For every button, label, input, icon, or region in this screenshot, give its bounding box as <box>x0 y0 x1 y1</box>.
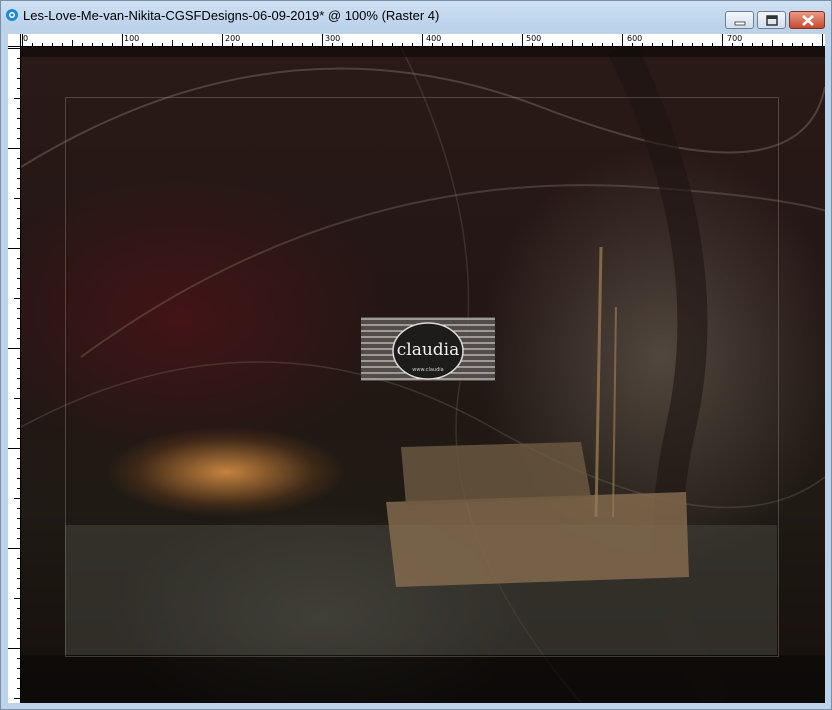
minimize-icon <box>734 21 746 26</box>
ruler-label: 200 <box>225 34 241 43</box>
ruler-label: 300 <box>325 34 341 43</box>
maximize-icon <box>766 15 778 26</box>
watermark-subtext: www.claudia <box>412 367 443 373</box>
ruler-label: 400 <box>426 34 442 43</box>
ruler-label: 500 <box>526 34 542 43</box>
claudia-watermark: claudia www.claudia <box>361 317 495 381</box>
horizontal-ruler-ticks <box>22 34 823 46</box>
watermark-text: claudia <box>397 340 460 360</box>
maximize-button[interactable] <box>757 11 786 29</box>
minimize-button[interactable] <box>725 11 754 29</box>
title-bar[interactable]: Les-Love-Me-van-Nikita-CGSFDesigns-06-09… <box>1 1 831 29</box>
image-canvas[interactable]: claudia www.claudia <box>21 47 825 703</box>
window-title: Les-Love-Me-van-Nikita-CGSFDesigns-06-09… <box>23 8 440 23</box>
vertical-ruler-ticks <box>8 48 20 699</box>
ruler-label: 0 <box>23 34 29 43</box>
image-window: Les-Love-Me-van-Nikita-CGSFDesigns-06-09… <box>0 0 832 710</box>
ruler-corner <box>8 34 21 47</box>
close-icon <box>802 15 814 26</box>
close-button[interactable] <box>789 11 825 29</box>
vertical-ruler <box>8 47 21 703</box>
app-icon <box>6 9 18 21</box>
ruler-label: 600 <box>627 34 643 43</box>
ruler-label: 100 <box>124 34 140 43</box>
horizontal-ruler: 0 100 200 300 400 500 600 700 <box>21 34 825 47</box>
ruler-label: 700 <box>727 34 743 43</box>
